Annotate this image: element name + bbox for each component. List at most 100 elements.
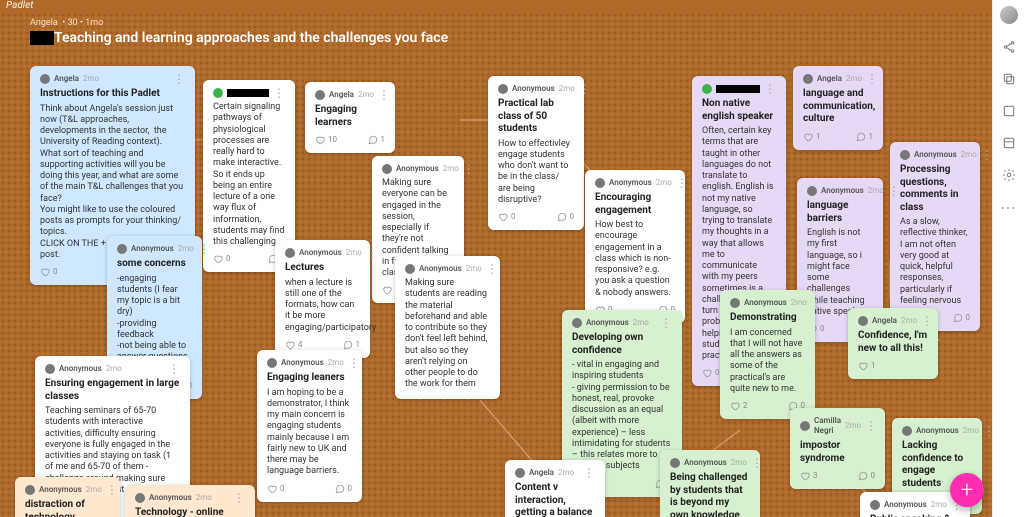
post-card[interactable]: Angela2mo⋮Confidence, I'm new to all thi… xyxy=(848,308,938,379)
post-card[interactable]: Anonymous2mo⋮Processing questions, comme… xyxy=(890,142,980,331)
user-avatar[interactable] xyxy=(1000,6,1018,24)
post-title: Engaging learners xyxy=(315,104,385,129)
comment-count: 1 xyxy=(381,135,386,145)
more-icon[interactable]: ⋯ xyxy=(1000,198,1018,216)
post-more-icon[interactable]: ⋮ xyxy=(865,422,877,430)
post-time: 2mo xyxy=(106,364,122,374)
like-button[interactable]: 0 xyxy=(267,484,285,494)
comment-count: 0 xyxy=(570,212,575,222)
like-button[interactable]: 0 xyxy=(40,267,58,277)
like-button[interactable]: 4 xyxy=(285,340,303,350)
post-time: 2mo xyxy=(963,426,979,436)
post-title: Lectures xyxy=(285,262,360,275)
author-avatar xyxy=(870,500,880,510)
post-card[interactable]: Camilla Negri2mo⋮impostor syndrome30 xyxy=(790,408,885,489)
author-name: Angela xyxy=(529,468,554,478)
post-time: 2mo xyxy=(328,358,344,368)
post-card[interactable]: Angela2mo⋮Engaging learners101 xyxy=(305,82,395,153)
author-name: Anonymous xyxy=(419,264,462,274)
post-more-icon[interactable]: ⋮ xyxy=(273,89,285,97)
breadcrumb-owner[interactable]: Angela xyxy=(30,18,58,28)
post-more-icon[interactable]: ⋮ xyxy=(168,365,180,373)
post-more-icon[interactable]: ⋮ xyxy=(486,265,498,273)
like-button[interactable]: 1 xyxy=(803,132,821,142)
post-title: distraction of technology xyxy=(25,499,110,517)
like-count: 0 xyxy=(226,254,231,264)
title-redaction xyxy=(30,31,54,45)
breadcrumb[interactable]: Angela • 30 • 1mo xyxy=(30,18,103,28)
author-name: Angela xyxy=(872,316,897,326)
post-card[interactable]: Angela2mo⋮language and communication, cu… xyxy=(793,66,883,150)
comment-button[interactable]: 1 xyxy=(856,132,874,142)
like-button[interactable]: 0 xyxy=(498,212,516,222)
comment-button[interactable]: 1 xyxy=(343,340,361,350)
copy-icon[interactable] xyxy=(1000,70,1018,88)
post-card[interactable]: Angela2mo⋮Content v interaction, getting… xyxy=(505,460,605,517)
post-card[interactable]: Anonymous2mo⋮Technology - online xyxy=(125,485,255,517)
post-more-icon[interactable]: ⋮ xyxy=(751,459,763,467)
like-button[interactable]: 2 xyxy=(730,401,748,411)
comment-button[interactable]: 0 xyxy=(953,313,971,323)
post-card[interactable]: Anonymous2mo⋮Lectureswhen a lecture is s… xyxy=(275,240,370,358)
post-card[interactable]: Anonymous2mo⋮Being challenged by student… xyxy=(660,450,760,517)
share-icon[interactable] xyxy=(1000,38,1018,56)
post-more-icon[interactable]: ⋮ xyxy=(921,317,933,325)
author-avatar xyxy=(498,84,508,94)
author-name: Anonymous xyxy=(149,493,192,503)
board-title: Teaching and learning approaches and the… xyxy=(54,30,448,46)
like-button[interactable]: 0 xyxy=(702,368,720,378)
expand-icon[interactable] xyxy=(1000,102,1018,120)
post-more-icon[interactable]: ⋮ xyxy=(173,75,185,83)
comment-button[interactable]: 0 xyxy=(557,212,575,222)
author-name: Camilla Negri xyxy=(814,416,841,436)
post-more-icon[interactable]: ⋮ xyxy=(866,75,878,83)
comment-button[interactable]: 0 xyxy=(858,471,876,481)
post-title: Confidence, I'm new to all this! xyxy=(858,330,928,355)
post-card[interactable]: Anonymous2mo⋮Engaging leanersI am hoping… xyxy=(257,350,362,502)
author-avatar xyxy=(117,244,127,254)
settings-icon[interactable] xyxy=(1000,166,1018,184)
comment-count: 1 xyxy=(869,132,874,142)
author-name: Anonymous xyxy=(281,358,324,368)
post-title: Demonstrating xyxy=(730,312,805,325)
post-more-icon[interactable]: ⋮ xyxy=(660,319,672,327)
author-avatar xyxy=(807,186,817,196)
post-more-icon[interactable]: ⋮ xyxy=(106,486,118,494)
like-count: 1 xyxy=(816,132,821,142)
post-card[interactable]: Anonymous2mo⋮distraction of technology xyxy=(15,477,120,517)
post-more-icon[interactable]: ⋮ xyxy=(378,91,390,99)
post-card[interactable]: Anonymous2mo⋮Practical lab class of 50 s… xyxy=(488,76,584,230)
post-card[interactable]: Anonymous2mo⋮Encouraging engagementHow b… xyxy=(585,170,685,323)
post-more-icon[interactable]: ⋮ xyxy=(981,151,993,159)
post-more-icon[interactable]: ⋮ xyxy=(764,85,776,93)
post-more-icon[interactable]: ⋮ xyxy=(676,179,688,187)
like-button[interactable]: 0 xyxy=(213,254,231,264)
like-count: 4 xyxy=(298,340,303,350)
post-more-icon[interactable]: ⋮ xyxy=(579,85,591,93)
like-button[interactable]: 3 xyxy=(800,471,818,481)
post-more-icon[interactable]: ⋮ xyxy=(348,359,360,367)
like-button[interactable]: 1 xyxy=(858,361,876,371)
right-rail: ⋯ xyxy=(992,0,1024,517)
add-post-fab[interactable]: + xyxy=(950,473,984,507)
post-body: when a lecture is still one of the forma… xyxy=(285,278,360,334)
author-avatar xyxy=(267,358,277,368)
post-more-icon[interactable]: ⋮ xyxy=(233,494,245,502)
post-body: As a slow, reflective thinker, I am not … xyxy=(900,217,970,307)
post-more-icon[interactable]: ⋮ xyxy=(198,245,210,253)
post-more-icon[interactable]: ⋮ xyxy=(811,299,823,307)
board-canvas[interactable]: Padlet Angela • 30 • 1mo Teaching and le… xyxy=(0,0,992,517)
post-time: 2mo xyxy=(466,264,482,274)
comment-button[interactable]: 1 xyxy=(368,135,386,145)
like-button[interactable]: 10 xyxy=(315,135,337,145)
post-more-icon[interactable]: ⋮ xyxy=(463,165,475,173)
post-more-icon[interactable]: ⋮ xyxy=(366,249,378,257)
post-card[interactable]: Anonymous2mo⋮Making sure students are re… xyxy=(395,256,500,399)
post-more-icon[interactable]: ⋮ xyxy=(583,469,595,477)
author-redacted xyxy=(716,85,760,93)
comment-button[interactable]: 0 xyxy=(335,484,353,494)
post-card[interactable]: Anonymous2mo⋮DemonstratingI am concerned… xyxy=(720,290,815,419)
author-avatar xyxy=(858,316,868,326)
post-more-icon[interactable]: ⋮ xyxy=(888,187,900,195)
layers-icon[interactable] xyxy=(1000,134,1018,152)
